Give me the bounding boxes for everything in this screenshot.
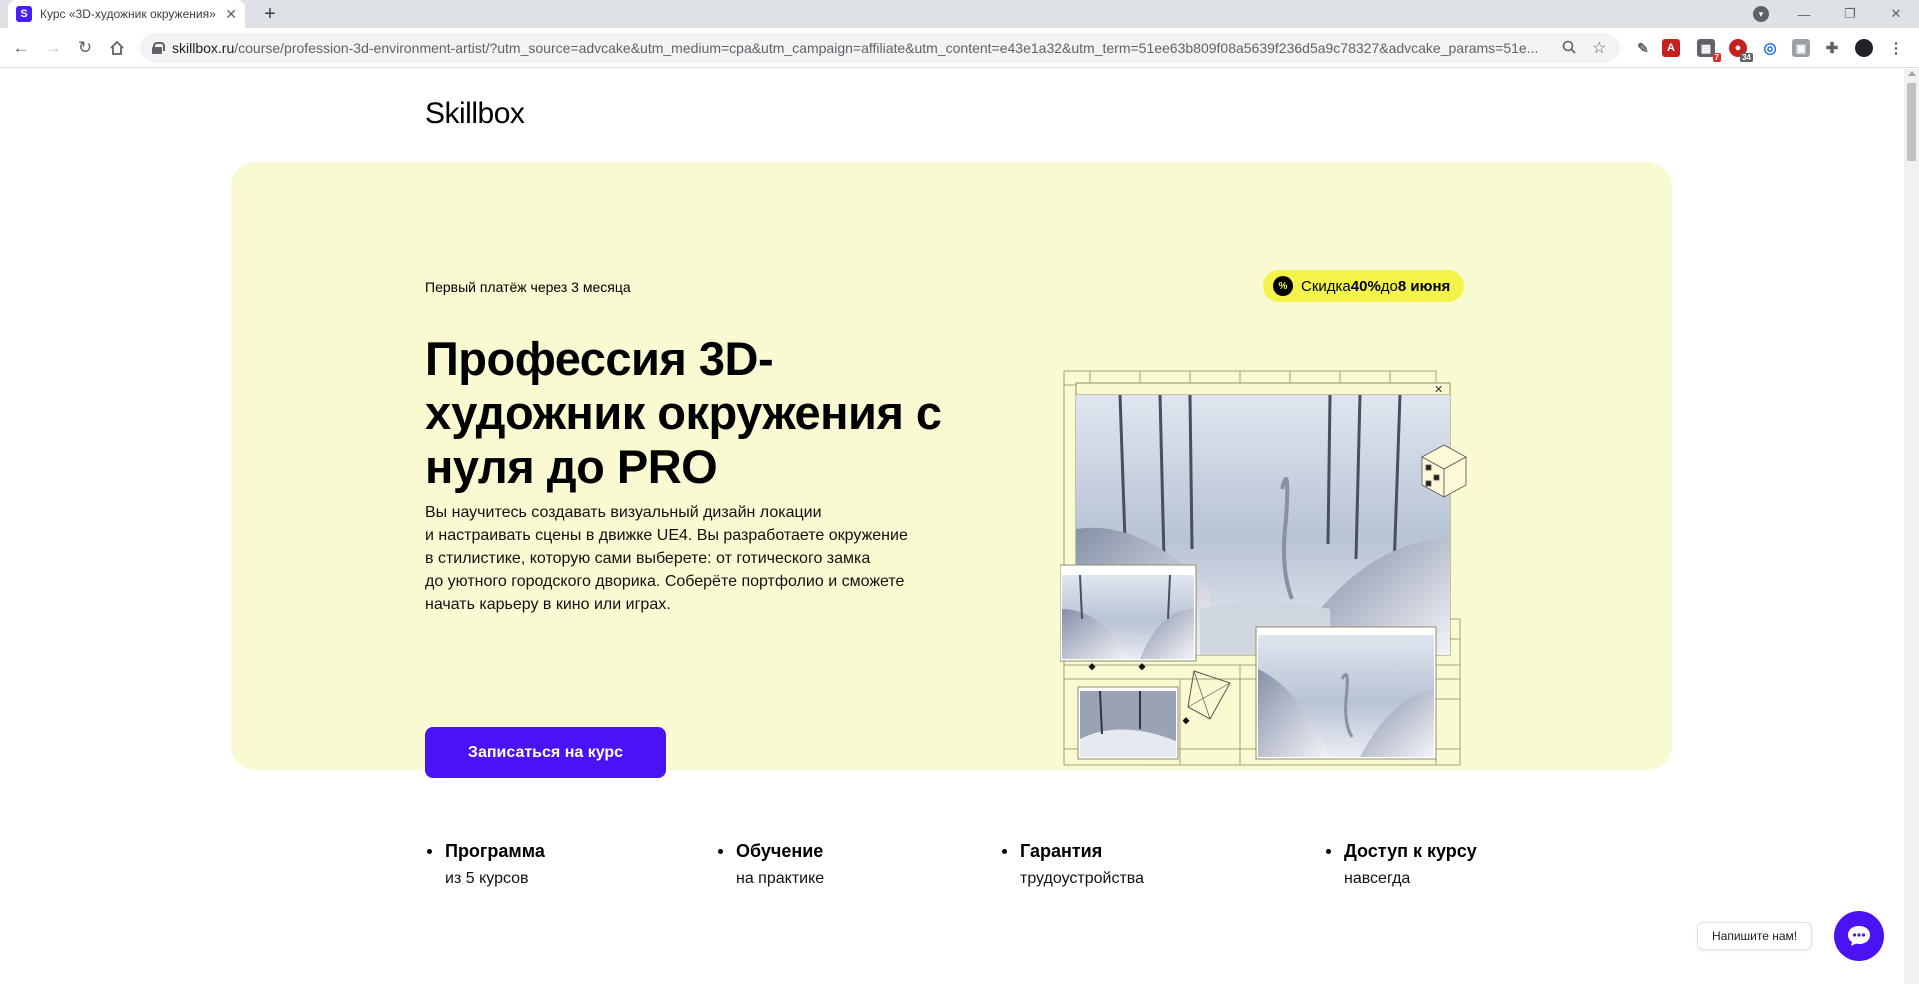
home-icon[interactable] bbox=[105, 36, 129, 60]
feature-title: Программа bbox=[427, 841, 545, 861]
reload-icon[interactable]: ↻ bbox=[73, 36, 97, 60]
zoom-icon[interactable] bbox=[1562, 40, 1576, 57]
back-arrow-icon[interactable]: ← bbox=[9, 36, 33, 60]
extension-icon[interactable]: ▣ bbox=[1792, 39, 1810, 57]
extensions-puzzle-icon[interactable]: ✚ bbox=[1823, 39, 1841, 57]
hero-illustration: ✕ bbox=[1060, 370, 1467, 766]
discount-prefix: Скидка bbox=[1301, 277, 1351, 295]
svg-text:✕: ✕ bbox=[1434, 383, 1443, 396]
page-title: Профессия 3D-художник окружения с нуля д… bbox=[425, 332, 942, 493]
feature-title: Гарантия bbox=[1002, 841, 1144, 862]
browser-toolbar: ← → ↻ skillbox.ru/course/profession-3d-e… bbox=[0, 28, 1919, 68]
chat-prompt-label[interactable]: Напишите нам! bbox=[1697, 922, 1813, 950]
pdf-extension-icon[interactable]: A bbox=[1662, 39, 1680, 57]
percent-icon: % bbox=[1273, 276, 1293, 296]
restore-button[interactable]: ❐ bbox=[1827, 0, 1873, 28]
page-scrollbar[interactable] bbox=[1904, 69, 1919, 984]
feature-item: Доступ к курсу навсегда bbox=[1326, 841, 1477, 888]
description-line: до уютного городского дворика. Соберёте … bbox=[425, 573, 905, 590]
bookmark-star-icon[interactable]: ☆ bbox=[1592, 38, 1606, 58]
feature-item: Гарантия трудоустройства bbox=[1002, 841, 1144, 888]
profile-avatar[interactable] bbox=[1855, 39, 1873, 57]
feature-subtitle: навсегда bbox=[1344, 870, 1411, 887]
enroll-button[interactable]: Записаться на курс bbox=[425, 727, 666, 778]
features-list: Программа из 5 курсов Обучение на практи… bbox=[420, 841, 1520, 911]
page-content: Skillbox Первый платёж через 3 месяца % … bbox=[0, 69, 1904, 984]
scroll-up-arrow-icon[interactable] bbox=[1908, 71, 1916, 76]
new-tab-button[interactable]: + bbox=[258, 2, 282, 26]
description-line: в стилистике, которую сами выберете: от … bbox=[425, 550, 871, 567]
feature-title: Обучение bbox=[717, 841, 824, 861]
tab-title: Курс «3D-художник окружения» bbox=[40, 7, 216, 21]
feature-item: Обучение на практике bbox=[717, 841, 825, 888]
menu-dots-icon[interactable]: ⋮ bbox=[1887, 39, 1905, 57]
chat-bubble-icon bbox=[1848, 926, 1870, 946]
feature-item: Программа из 5 курсов bbox=[427, 841, 545, 888]
skillbox-logo[interactable]: Skillbox bbox=[425, 97, 525, 131]
discount-date: 8 июня bbox=[1397, 277, 1451, 295]
eyedropper-extension-icon[interactable]: ✎ bbox=[1634, 39, 1652, 57]
tab-search-icon[interactable]: ▾ bbox=[1753, 6, 1769, 22]
feature-subtitle: из 5 курсов bbox=[445, 870, 529, 887]
tab-close-icon[interactable]: ✕ bbox=[225, 6, 237, 23]
description-line: и настраивать сцены в движке UE4. Вы раз… bbox=[425, 527, 908, 544]
browser-tab[interactable]: S Курс «3D-художник окружения» ✕ bbox=[8, 0, 245, 28]
description-line: начать карьеру в кино или играх. bbox=[425, 596, 671, 613]
close-window-button[interactable]: ✕ bbox=[1873, 0, 1919, 28]
hero-description: Вы научитесь создавать визуальный дизайн… bbox=[425, 501, 985, 616]
feature-title: Доступ к курсу bbox=[1326, 841, 1477, 861]
lock-icon bbox=[152, 42, 165, 54]
url-text: skillbox.ru/course/profession-3d-environ… bbox=[172, 40, 1539, 56]
forward-arrow-icon[interactable]: → bbox=[41, 36, 65, 60]
feature-subtitle: трудоустройства bbox=[1020, 870, 1144, 887]
chat-button[interactable] bbox=[1834, 911, 1884, 961]
extension-icon[interactable]: ◎ bbox=[1761, 39, 1779, 57]
description-line: Вы научитесь создавать визуальный дизайн… bbox=[425, 504, 822, 521]
discount-percent: 40% bbox=[1350, 277, 1381, 295]
feature-subtitle: на практике bbox=[736, 870, 825, 887]
discount-mid: до bbox=[1380, 277, 1398, 295]
browser-tabstrip: S Курс «3D-художник окружения» ✕ + ▾ — ❐… bbox=[0, 0, 1919, 28]
skillbox-favicon-icon: S bbox=[16, 6, 32, 22]
extension-icon[interactable]: ▦ 7 bbox=[1697, 39, 1721, 62]
scroll-thumb[interactable] bbox=[1907, 83, 1916, 161]
extension-icon[interactable]: ● 34 bbox=[1729, 39, 1753, 62]
minimize-button[interactable]: — bbox=[1781, 0, 1827, 28]
discount-badge[interactable]: % Скидка 40% до 8 июня bbox=[1263, 270, 1465, 302]
address-bar[interactable]: skillbox.ru/course/profession-3d-environ… bbox=[140, 33, 1620, 63]
first-payment-note: Первый платёж через 3 месяца bbox=[425, 279, 631, 295]
